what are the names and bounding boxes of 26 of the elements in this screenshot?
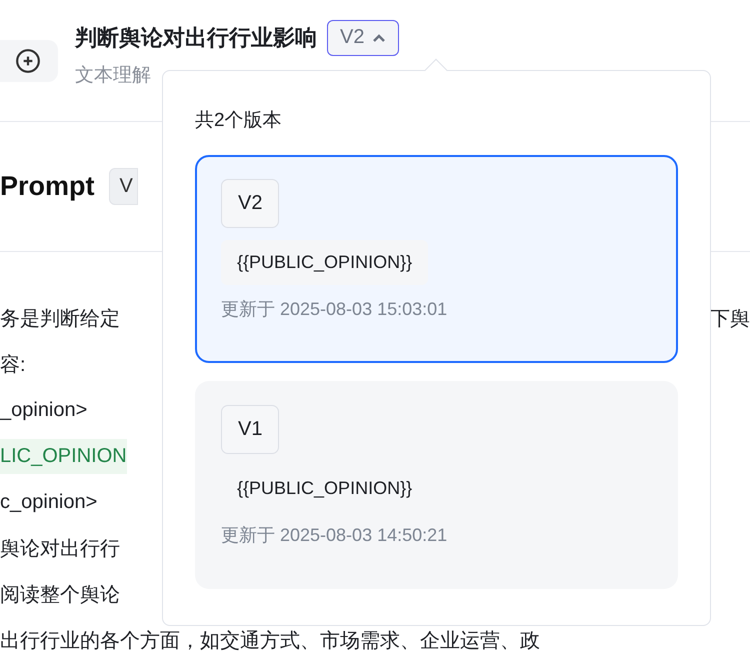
version-tag: V2: [221, 179, 280, 228]
prompt-text: _opinion>: [0, 398, 88, 422]
version-dropdown[interactable]: V2: [327, 20, 400, 56]
prompt-text: 舆论对出行行: [0, 536, 120, 562]
version-badge: V: [108, 168, 138, 205]
prompt-text: 务是判断给定: [0, 306, 120, 332]
prompt-variable: LIC_OPINION: [0, 438, 127, 474]
prompt-text: 出行行业的各个方面，如交通方式、市场需求、企业运营、政: [0, 628, 540, 654]
variable-label: {{PUBLIC_OPINION}}: [221, 240, 428, 285]
page-title: 判断舆论对出行行业影响: [75, 24, 317, 52]
subtitle: 文本理解: [75, 64, 152, 88]
caret-icon: [372, 32, 386, 42]
add-button[interactable]: [0, 40, 58, 82]
section-title: Prompt: [0, 171, 94, 202]
prompt-text: 容:: [0, 352, 26, 378]
popover-heading: 共2个版本: [195, 109, 283, 133]
prompt-text: 阅读整个舆论: [0, 582, 120, 608]
variable-label: {{PUBLIC_OPINION}}: [236, 477, 414, 500]
add-icon: [15, 48, 41, 74]
version-card[interactable]: V1 {{PUBLIC_OPINION}} 更新于 2025-08-03 14:50:21: [195, 381, 678, 589]
prompt-text: 下舆: [710, 306, 750, 332]
version-card[interactable]: V2 {{PUBLIC_OPINION}} 更新于 2025-08-03 15:03:01: [195, 155, 678, 363]
prompt-text: c_opinion>: [0, 490, 98, 514]
update-time: 更新于 2025-08-03 15:03:01: [221, 298, 448, 321]
version-tag: V1: [221, 405, 280, 454]
update-time: 更新于 2025-08-03 14:50:21: [221, 524, 448, 547]
